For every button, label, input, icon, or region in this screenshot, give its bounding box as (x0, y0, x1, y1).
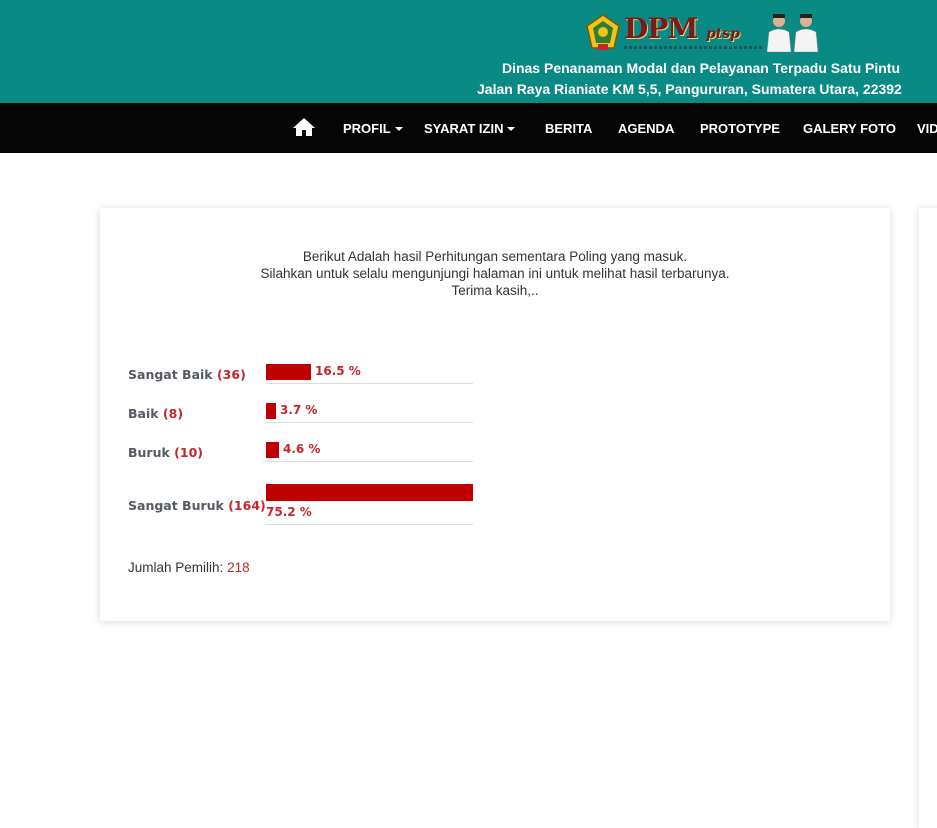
agency-address: Jalan Raya Rianiate KM 5,5, Pangururan, … (477, 81, 902, 97)
nav-item-profil[interactable]: PROFIL (343, 103, 403, 153)
poll-percent: 4.6 % (283, 442, 321, 456)
nav-item-berita[interactable]: BERITA (545, 103, 592, 153)
poll-option-label: Sangat Buruk (164) (128, 498, 266, 513)
logo-suffix: ptsp (706, 26, 740, 42)
poll-percent: 3.7 % (280, 403, 318, 417)
chevron-down-icon (394, 127, 403, 131)
divider (266, 383, 473, 384)
site-header: DPM ptsp Dinas Penanaman Modal dan Pelay… (0, 0, 937, 103)
logo-tagline-strip (624, 46, 762, 49)
main-nav: PROFIL SYARAT IZIN BERITA AGENDA PROTOTY… (0, 103, 937, 153)
site-logo[interactable]: DPM ptsp (586, 12, 822, 54)
divider (266, 461, 473, 462)
poll-bar (266, 484, 473, 501)
option-name: Sangat Buruk (128, 498, 224, 513)
nav-item-label: VID (917, 121, 937, 136)
poll-percent: 75.2 % (266, 505, 312, 519)
logo-text: DPM (624, 12, 698, 45)
nav-item-label: GALERY FOTO (803, 121, 896, 136)
option-name: Buruk (128, 445, 170, 460)
emblem-icon (586, 14, 620, 50)
poll-percent: 16.5 % (315, 364, 361, 378)
option-name: Sangat Baik (128, 367, 213, 382)
nav-item-agenda[interactable]: AGENDA (618, 103, 674, 153)
officials-photo-icon (766, 14, 819, 52)
option-count: (164) (228, 498, 266, 513)
option-count: (36) (216, 367, 246, 382)
total-value: 218 (227, 560, 250, 575)
option-count: (10) (174, 445, 203, 460)
poll-bar (266, 364, 311, 380)
sidebar-card (919, 208, 937, 828)
nav-item-galery-foto[interactable]: GALERY FOTO (803, 103, 896, 153)
nav-item-label: PROFIL (343, 121, 391, 136)
option-count: (8) (162, 406, 184, 421)
poll-bar (266, 442, 279, 458)
nav-item-label: AGENDA (618, 121, 675, 136)
home-icon[interactable] (292, 117, 316, 137)
nav-item-label: SYARAT IZIN (424, 121, 504, 136)
option-name: Baik (128, 406, 159, 421)
total-voters: Jumlah Pemilih: 218 (128, 560, 250, 575)
divider (266, 422, 473, 423)
poll-results-card: Berikut Adalah hasil Perhitungan sementa… (100, 208, 890, 621)
poll-bar (266, 403, 276, 419)
intro-line: Terima kasih,.. (451, 283, 539, 298)
intro-line: Silahkan untuk selalu mengunjungi halama… (260, 266, 730, 281)
nav-item-prototype[interactable]: PROTOTYPE (700, 103, 780, 153)
divider (266, 524, 473, 525)
nav-item-label: PROTOTYPE (700, 121, 780, 136)
agency-name: Dinas Penanaman Modal dan Pelayanan Terp… (501, 60, 901, 76)
nav-item-label: BERITA (545, 121, 593, 136)
nav-item-syarat-izin[interactable]: SYARAT IZIN (424, 103, 516, 153)
intro-line: Berikut Adalah hasil Perhitungan sementa… (302, 249, 688, 264)
chevron-down-icon (507, 127, 516, 131)
nav-item-video[interactable]: VID (917, 103, 937, 153)
poll-option-label: Baik (8) (128, 406, 183, 421)
total-label: Jumlah Pemilih: (128, 560, 224, 575)
poll-option-label: Buruk (10) (128, 445, 203, 460)
poll-option-label: Sangat Baik (36) (128, 367, 246, 382)
